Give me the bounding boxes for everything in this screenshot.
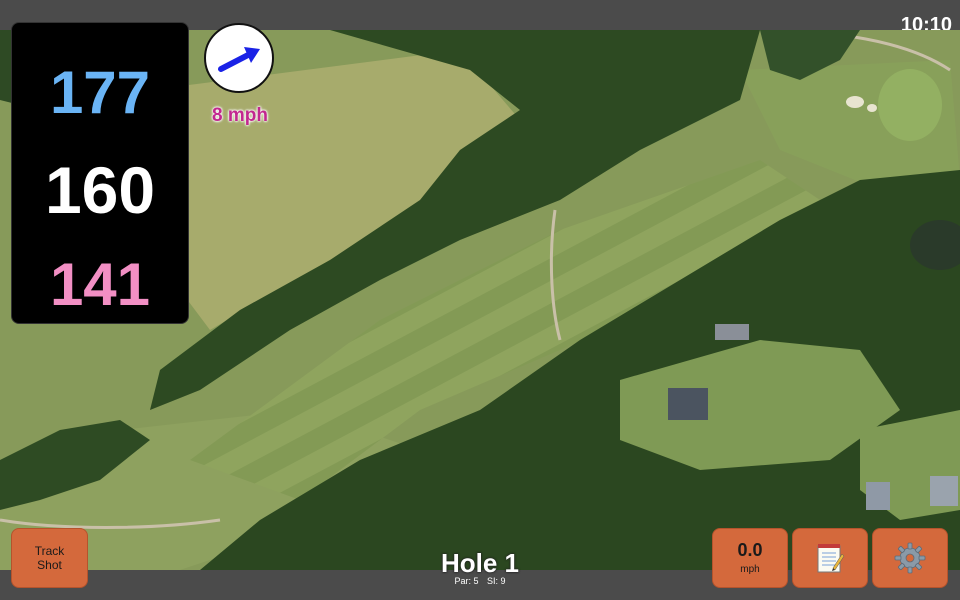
distance-back-value: 177 — [49, 59, 151, 126]
wind-indicator — [204, 23, 274, 93]
settings-button[interactable] — [872, 528, 948, 588]
gear-icon — [894, 542, 926, 574]
track-shot-label-line1: Track — [34, 543, 65, 558]
distance-front-value: 141 — [49, 251, 151, 318]
distance-panel: 177 160 141 — [11, 22, 189, 324]
track-shot-label-line2: Shot — [37, 558, 62, 572]
track-shot-button[interactable]: Track Shot — [11, 528, 88, 588]
distance-front: 141 — [12, 255, 188, 315]
hole-stroke-index: SI: 9 — [487, 576, 506, 586]
wind-arrow-icon — [218, 47, 260, 72]
speed-unit: mph — [740, 564, 760, 576]
notes-button[interactable] — [792, 528, 868, 588]
speed-button[interactable]: 0.0 mph — [712, 528, 788, 588]
distance-back: 177 — [12, 63, 188, 123]
speed-value: 0.0 — [737, 539, 763, 560]
wind-speed-label: 8 mph — [212, 105, 268, 126]
distance-middle: 160 — [12, 157, 188, 223]
distance-middle-value: 160 — [44, 153, 156, 227]
hole-par: Par: 5 — [454, 576, 479, 586]
notepad-icon — [817, 544, 845, 573]
hole-title: Hole 1 — [440, 548, 520, 578]
hole-info: Par: 5 SI: 9 — [380, 576, 580, 586]
